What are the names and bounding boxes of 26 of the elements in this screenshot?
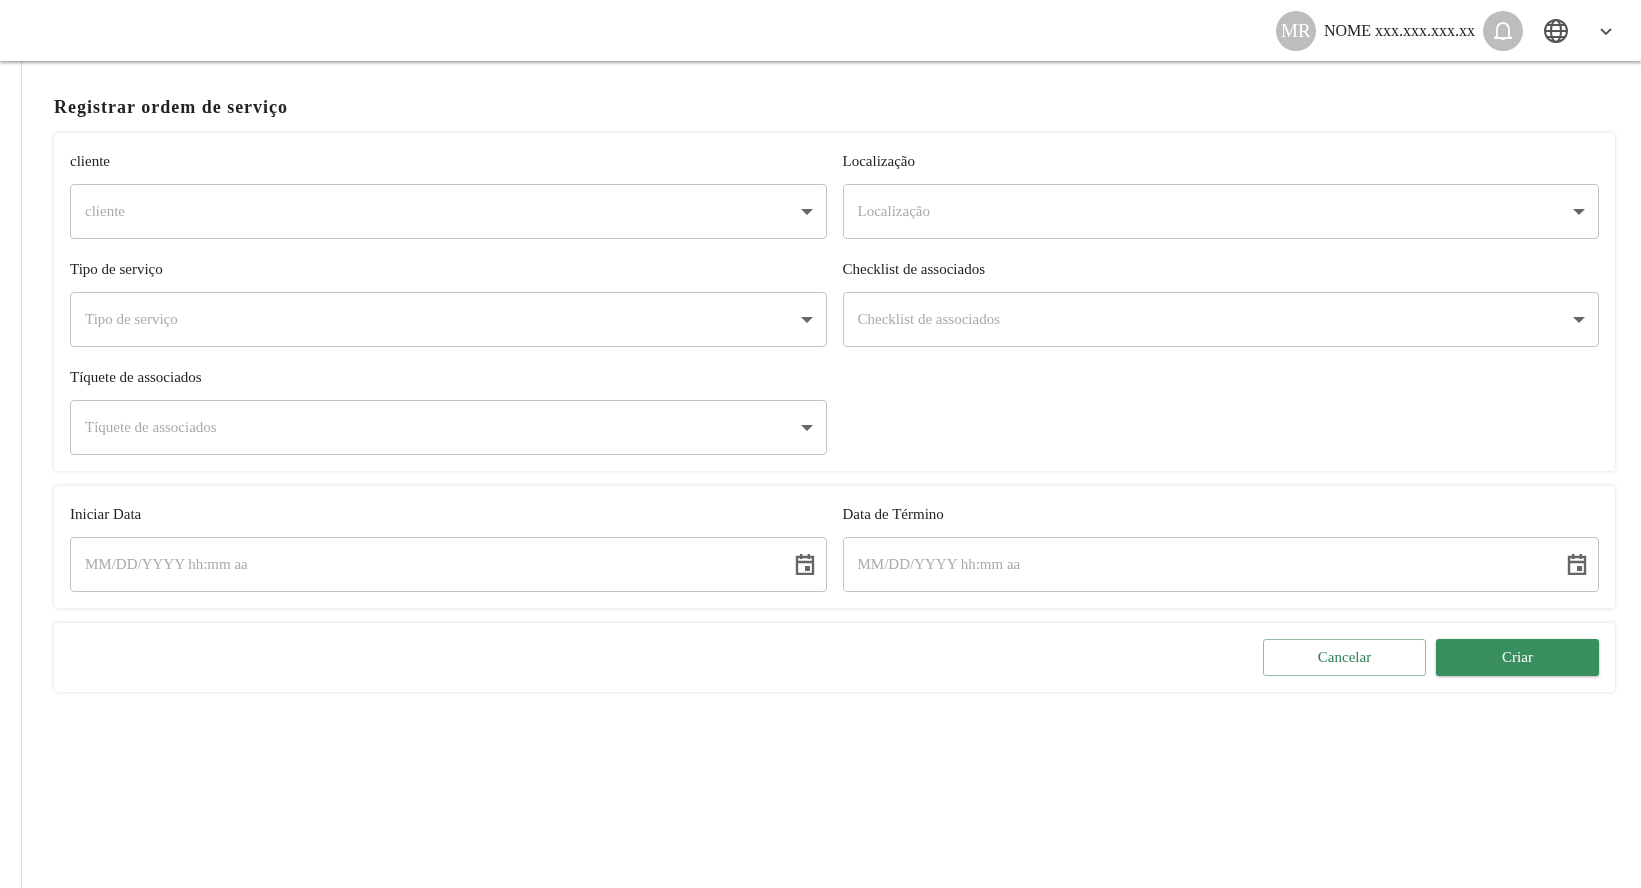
- field-label: Tipo de serviço: [70, 261, 163, 278]
- field-label: Data de Término: [842, 506, 944, 523]
- calendar-icon[interactable]: [794, 553, 815, 575]
- select-field[interactable]: Checklist de associados: [842, 292, 1599, 347]
- page-title: Registrar ordem de serviço: [54, 97, 289, 118]
- cancel-button[interactable]: Cancelar: [1263, 639, 1426, 676]
- calendar-icon[interactable]: [1567, 553, 1587, 575]
- dropdown-caret-icon[interactable]: [1573, 209, 1585, 215]
- field-label: Localização: [842, 153, 915, 170]
- dropdown-caret-icon[interactable]: [1573, 317, 1585, 323]
- select-field[interactable]: Tíquete de associados: [70, 400, 827, 455]
- dropdown-caret-icon[interactable]: [800, 209, 813, 215]
- field-label: Tíquete de associados: [70, 369, 202, 386]
- date-field[interactable]: MM/DD/YYYY hh:mm aa: [70, 537, 827, 592]
- select-field[interactable]: Tipo de serviço: [70, 292, 827, 347]
- field-label: cliente: [70, 153, 110, 170]
- date-field[interactable]: MM/DD/YYYY hh:mm aa: [842, 537, 1599, 592]
- field-label: Iniciar Data: [70, 506, 142, 523]
- select-field[interactable]: cliente: [70, 184, 827, 239]
- select-field[interactable]: Localização: [842, 184, 1599, 239]
- dropdown-caret-icon[interactable]: [800, 317, 813, 323]
- create-button[interactable]: Criar: [1436, 639, 1599, 676]
- field-label: Checklist de associados: [842, 261, 985, 278]
- globe-icon[interactable]: [1543, 17, 1569, 44]
- dropdown-caret-icon[interactable]: [800, 425, 813, 431]
- user-name: NOME xxx.xxx.xxx.xx: [1323, 21, 1475, 40]
